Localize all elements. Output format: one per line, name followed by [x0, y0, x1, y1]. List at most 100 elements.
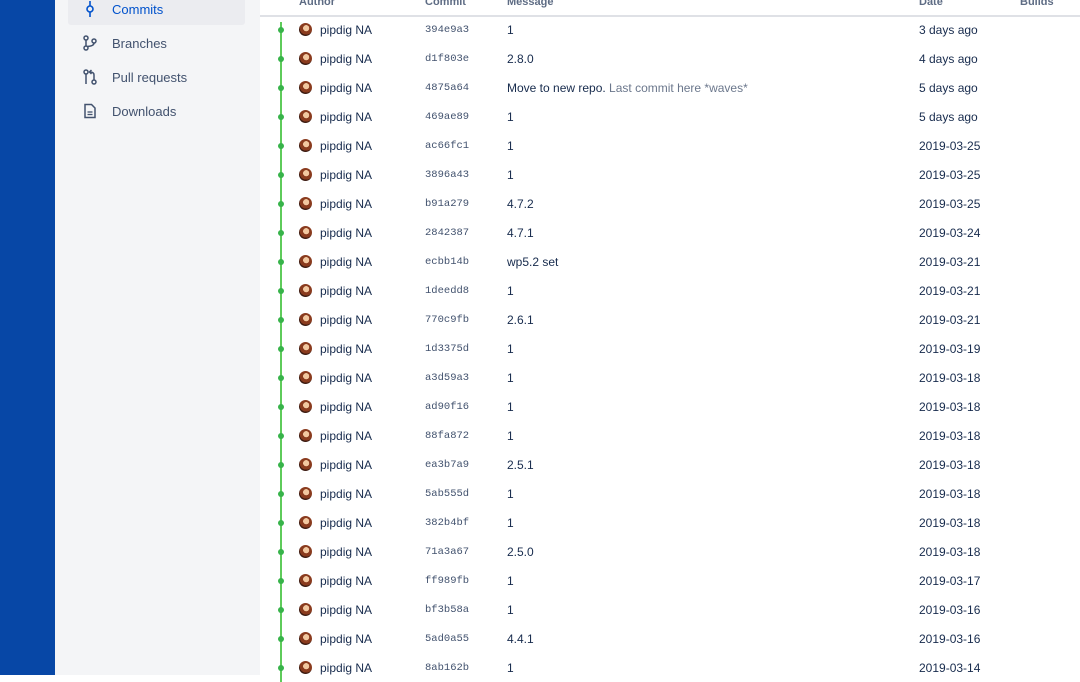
- commit-hash-link[interactable]: 88fa872: [425, 430, 469, 442]
- table-row[interactable]: pipdig NA 5ad0a55 4.4.1 2019-03-16: [260, 624, 1060, 653]
- column-header-builds[interactable]: Builds: [1020, 0, 1054, 8]
- commit-author[interactable]: pipdig NA: [320, 313, 372, 327]
- table-row[interactable]: pipdig NA b91a279 4.7.2 2019-03-25: [260, 189, 1060, 218]
- commit-hash-link[interactable]: 5ad0a55: [425, 633, 469, 645]
- table-row[interactable]: pipdig NA 88fa872 1 2019-03-18: [260, 421, 1060, 450]
- commit-author[interactable]: pipdig NA: [320, 632, 372, 646]
- commit-hash-link[interactable]: 71a3a67: [425, 546, 469, 558]
- column-header-date[interactable]: Date: [919, 0, 943, 8]
- commit-author[interactable]: pipdig NA: [320, 371, 372, 385]
- commit-author[interactable]: pipdig NA: [320, 400, 372, 414]
- commit-author[interactable]: pipdig NA: [320, 168, 372, 182]
- commit-hash-link[interactable]: ff989fb: [425, 575, 469, 587]
- commit-hash-link[interactable]: 770c9fb: [425, 314, 469, 326]
- commit-author[interactable]: pipdig NA: [320, 284, 372, 298]
- avatar[interactable]: [299, 632, 312, 645]
- avatar[interactable]: [299, 168, 312, 181]
- table-row[interactable]: pipdig NA d1f803e 2.8.0 4 days ago: [260, 44, 1060, 73]
- commit-author[interactable]: pipdig NA: [320, 487, 372, 501]
- avatar[interactable]: [299, 516, 312, 529]
- avatar[interactable]: [299, 603, 312, 616]
- avatar[interactable]: [299, 81, 312, 94]
- sidebar-item-pull-requests[interactable]: Pull requests: [68, 61, 245, 93]
- commit-author[interactable]: pipdig NA: [320, 81, 372, 95]
- commit-hash-link[interactable]: d1f803e: [425, 53, 469, 65]
- avatar[interactable]: [299, 139, 312, 152]
- commit-hash-link[interactable]: 5ab555d: [425, 488, 469, 500]
- commit-author[interactable]: pipdig NA: [320, 516, 372, 530]
- commit-hash-link[interactable]: ac66fc1: [425, 140, 469, 152]
- avatar[interactable]: [299, 255, 312, 268]
- commit-author[interactable]: pipdig NA: [320, 226, 372, 240]
- table-row[interactable]: pipdig NA 1deedd8 1 2019-03-21: [260, 276, 1060, 305]
- avatar[interactable]: [299, 52, 312, 65]
- commit-hash-link[interactable]: 469ae89: [425, 111, 469, 123]
- avatar[interactable]: [299, 661, 312, 674]
- table-row[interactable]: pipdig NA 4875a64 Move to new repo. Last c…: [260, 73, 1060, 102]
- avatar[interactable]: [299, 400, 312, 413]
- commit-hash-link[interactable]: 2842387: [425, 227, 469, 239]
- avatar[interactable]: [299, 342, 312, 355]
- avatar[interactable]: [299, 197, 312, 210]
- commit-hash-link[interactable]: a3d59a3: [425, 372, 469, 384]
- commit-author[interactable]: pipdig NA: [320, 110, 372, 124]
- commit-author[interactable]: pipdig NA: [320, 52, 372, 66]
- sidebar-item-downloads[interactable]: Downloads: [68, 95, 245, 127]
- sidebar-item-commits[interactable]: Commits: [68, 0, 245, 25]
- table-row[interactable]: pipdig NA ecbb14b wp5.2 set 2019-03-21: [260, 247, 1060, 276]
- commit-author[interactable]: pipdig NA: [320, 139, 372, 153]
- table-row[interactable]: pipdig NA ff989fb 1 2019-03-17: [260, 566, 1060, 595]
- commit-author[interactable]: pipdig NA: [320, 603, 372, 617]
- table-row[interactable]: pipdig NA 5ab555d 1 2019-03-18: [260, 479, 1060, 508]
- avatar[interactable]: [299, 226, 312, 239]
- commit-hash-link[interactable]: 394e9a3: [425, 24, 469, 36]
- column-header-commit[interactable]: Commit: [425, 0, 466, 8]
- avatar[interactable]: [299, 23, 312, 36]
- commit-author[interactable]: pipdig NA: [320, 661, 372, 675]
- commit-author[interactable]: pipdig NA: [320, 545, 372, 559]
- table-row[interactable]: pipdig NA ea3b7a9 2.5.1 2019-03-18: [260, 450, 1060, 479]
- commit-author[interactable]: pipdig NA: [320, 458, 372, 472]
- table-row[interactable]: pipdig NA 1d3375d 1 2019-03-19: [260, 334, 1060, 363]
- commit-hash-link[interactable]: 3896a43: [425, 169, 469, 181]
- commit-hash-link[interactable]: ea3b7a9: [425, 459, 469, 471]
- avatar[interactable]: [299, 284, 312, 297]
- commit-author[interactable]: pipdig NA: [320, 574, 372, 588]
- avatar[interactable]: [299, 371, 312, 384]
- avatar[interactable]: [299, 313, 312, 326]
- commit-hash-link[interactable]: 382b4bf: [425, 517, 469, 529]
- table-row[interactable]: pipdig NA 394e9a3 1 3 days ago: [260, 15, 1060, 44]
- table-row[interactable]: pipdig NA 770c9fb 2.6.1 2019-03-21: [260, 305, 1060, 334]
- commit-author[interactable]: pipdig NA: [320, 429, 372, 443]
- table-row[interactable]: pipdig NA ad90f16 1 2019-03-18: [260, 392, 1060, 421]
- table-row[interactable]: pipdig NA 469ae89 1 5 days ago: [260, 102, 1060, 131]
- avatar[interactable]: [299, 458, 312, 471]
- table-row[interactable]: pipdig NA 382b4bf 1 2019-03-18: [260, 508, 1060, 537]
- commit-author[interactable]: pipdig NA: [320, 342, 372, 356]
- commit-hash-link[interactable]: ad90f16: [425, 401, 469, 413]
- table-row[interactable]: pipdig NA 3896a43 1 2019-03-25: [260, 160, 1060, 189]
- table-row[interactable]: pipdig NA a3d59a3 1 2019-03-18: [260, 363, 1060, 392]
- table-row[interactable]: pipdig NA 8ab162b 1 2019-03-14: [260, 653, 1060, 682]
- avatar[interactable]: [299, 110, 312, 123]
- avatar[interactable]: [299, 545, 312, 558]
- commit-hash-link[interactable]: 4875a64: [425, 82, 469, 94]
- commit-author[interactable]: pipdig NA: [320, 255, 372, 269]
- avatar[interactable]: [299, 487, 312, 500]
- avatar[interactable]: [299, 429, 312, 442]
- commit-author[interactable]: pipdig NA: [320, 197, 372, 211]
- commit-hash-link[interactable]: ecbb14b: [425, 256, 469, 268]
- sidebar-item-branches[interactable]: Branches: [68, 27, 245, 59]
- table-row[interactable]: pipdig NA 71a3a67 2.5.0 2019-03-18: [260, 537, 1060, 566]
- commit-hash-link[interactable]: bf3b58a: [425, 604, 469, 616]
- avatar[interactable]: [299, 574, 312, 587]
- commit-hash-link[interactable]: b91a279: [425, 198, 469, 210]
- commit-hash-link[interactable]: 8ab162b: [425, 662, 469, 674]
- table-row[interactable]: pipdig NA bf3b58a 1 2019-03-16: [260, 595, 1060, 624]
- column-header-author[interactable]: Author: [299, 0, 335, 8]
- commit-author[interactable]: pipdig NA: [320, 23, 372, 37]
- column-header-message[interactable]: Message: [507, 0, 553, 8]
- table-row[interactable]: pipdig NA ac66fc1 1 2019-03-25: [260, 131, 1060, 160]
- table-row[interactable]: pipdig NA 2842387 4.7.1 2019-03-24: [260, 218, 1060, 247]
- commit-hash-link[interactable]: 1d3375d: [425, 343, 469, 355]
